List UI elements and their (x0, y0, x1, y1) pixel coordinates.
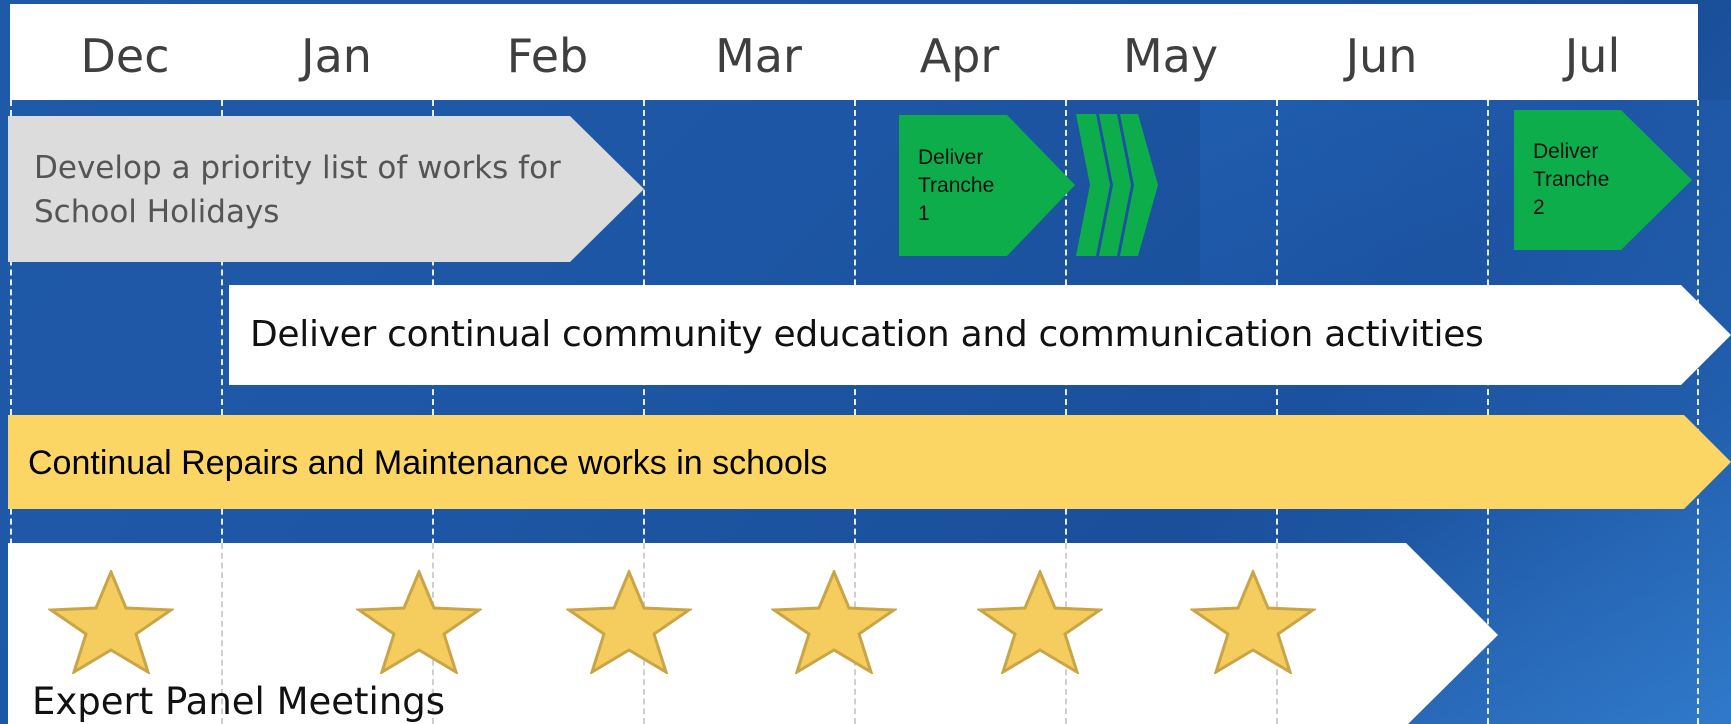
meeting-star-icon (566, 570, 692, 674)
communication-label: Deliver continual community education an… (250, 314, 1484, 355)
tranche-2-line-3: 2 (1533, 196, 1545, 219)
month-jan: Jan (301, 29, 372, 83)
month-apr: Apr (919, 29, 1000, 83)
meeting-star-icon (977, 570, 1103, 674)
gridline (1697, 100, 1699, 724)
tranche-1-line-1: Deliver (918, 146, 984, 169)
meeting-star-icon (771, 570, 897, 674)
tranche-1-line-3: 1 (918, 202, 930, 225)
month-dec: Dec (80, 29, 170, 83)
month-feb: Feb (506, 29, 589, 83)
chevron-arrows-icon (1076, 114, 1160, 256)
month-mar: Mar (715, 29, 802, 83)
tranche-1-label: Deliver Tranche 1 (918, 144, 994, 228)
month-may: May (1122, 29, 1219, 83)
tranche-2-label: Deliver Tranche 2 (1533, 138, 1609, 222)
meeting-star-icon (48, 570, 174, 674)
tranche-2-line-1: Deliver (1533, 140, 1599, 163)
month-jun: Jun (1345, 29, 1418, 83)
month-jul: Jul (1564, 29, 1621, 83)
expert-panel-label: Expert Panel Meetings (32, 680, 446, 723)
tranche-2-line-2: Tranche (1533, 168, 1610, 191)
repairs-label: Continual Repairs and Maintenance works … (28, 444, 828, 482)
meeting-star-icon (1190, 570, 1316, 674)
priority-list-label: Develop a priority list of works for Sch… (34, 150, 561, 230)
tranche-1-line-2: Tranche (918, 174, 995, 197)
meeting-star-icon (356, 570, 482, 674)
roadmap-diagram: Dec Jan Feb Mar Apr May Jun Jul Develop … (0, 0, 1731, 724)
month-header: Dec Jan Feb Mar Apr May Jun Jul (10, 4, 1698, 100)
